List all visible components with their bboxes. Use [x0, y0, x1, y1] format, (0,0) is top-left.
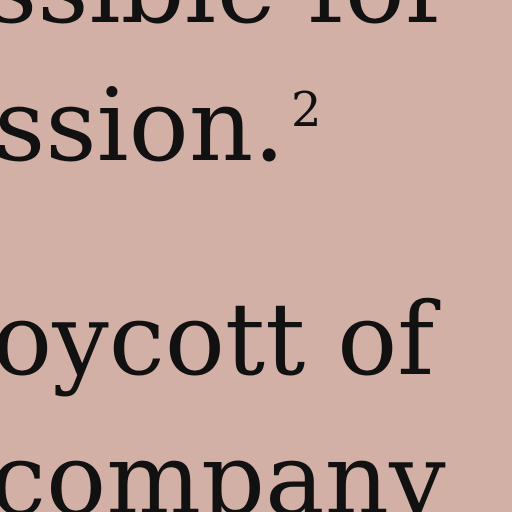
text-line-2: ssion. 2	[0, 76, 322, 176]
text-line-2-body: ssion.	[0, 67, 286, 184]
document-page: ssible for ssion.2 oycott of company	[0, 0, 512, 512]
footnote-marker: 2	[291, 81, 322, 138]
text-line-4: company	[0, 421, 446, 512]
text-line-3: oycott of	[0, 281, 435, 398]
text-line-1: ssible for	[0, 0, 453, 38]
